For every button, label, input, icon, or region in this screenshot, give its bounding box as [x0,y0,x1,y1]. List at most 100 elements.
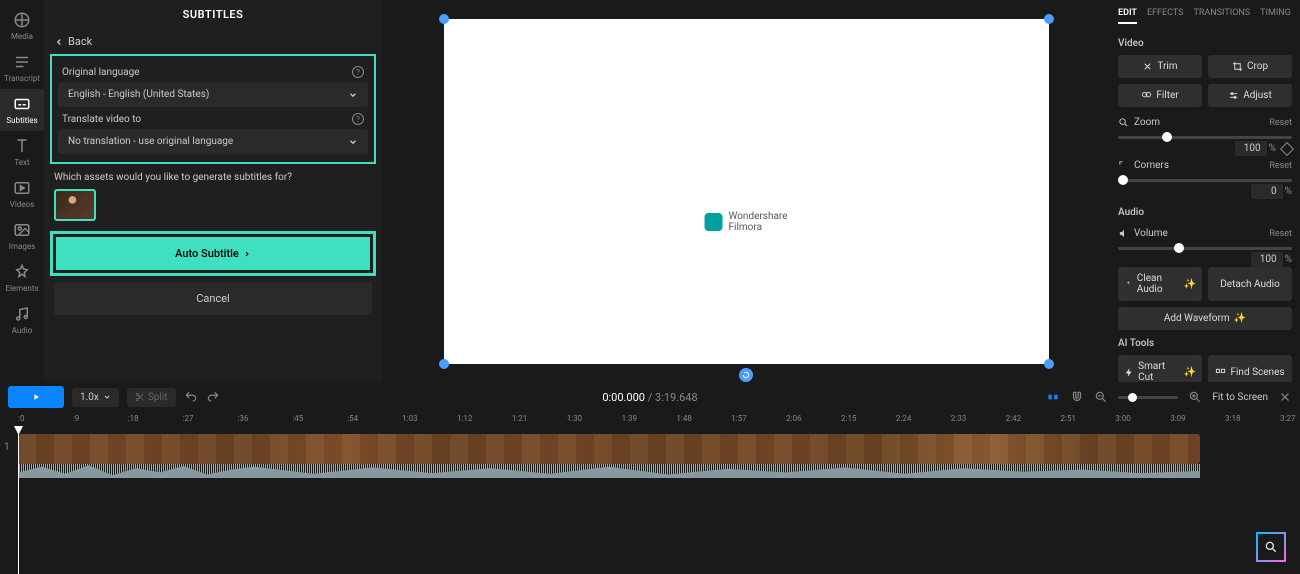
original-language-select[interactable]: English - English (United States) [58,82,368,107]
help-icon[interactable]: ? [352,66,364,78]
ruler-tick: 2:42 [1006,414,1021,423]
resize-handle-tl[interactable] [439,14,449,24]
inspector-tabs: EDIT EFFECTS TRANSITIONS TIMING [1118,4,1292,30]
help-icon[interactable]: ? [352,113,364,125]
speed-selector[interactable]: 1.0x [72,388,119,407]
split-button[interactable]: Split [127,388,176,407]
original-language-label: Original language ? [58,60,368,82]
zoom-reset[interactable]: Reset [1269,118,1292,128]
corners-icon [1118,160,1129,171]
magnet-icon[interactable] [1070,390,1084,404]
asset-thumbnail[interactable] [54,189,96,221]
ruler-tick: 3:09 [1170,414,1185,423]
keyframe-icon[interactable] [1280,141,1294,155]
ruler-tick: 3:18 [1225,414,1240,423]
videos-icon [13,179,31,197]
ruler-tick: 3:27 [1280,414,1295,423]
adjust-icon [1228,90,1239,101]
clean-audio-button[interactable]: Clean Audio✨ [1118,267,1202,301]
nav-subtitles[interactable]: Subtitles [0,89,44,131]
search-icon [1264,540,1278,554]
nav-text[interactable]: Text [0,131,44,173]
ruler-tick: :27 [183,414,194,423]
preview-area: WondershareFilmora [382,0,1110,382]
zoom-out-icon[interactable] [1094,390,1108,404]
subtitles-panel: SUBTITLES Back Original language ? Engli… [44,0,382,382]
nav-videos[interactable]: Videos [0,173,44,215]
tab-edit[interactable]: EDIT [1118,8,1137,24]
corners-label: Corners [1118,160,1169,171]
corners-slider[interactable] [1118,179,1292,182]
nav-media[interactable]: Media [0,5,44,47]
ruler-tick: 1:30 [567,414,582,423]
chevron-down-icon [348,137,358,147]
add-waveform-button[interactable]: Add Waveform✨ [1118,307,1292,330]
ruler-tick: :54 [347,414,358,423]
assets-label: Which assets would you like to generate … [44,164,382,189]
ruler-tick: 1:21 [512,414,527,423]
trim-icon [1142,61,1153,72]
corners-value[interactable]: 0 [1251,184,1283,199]
snap-icon[interactable] [1046,390,1060,404]
timeline-tracks[interactable]: 1 [0,428,1300,574]
timeline-ruler[interactable]: :0:9:18:27:36:45:541:031:121:211:301:391… [0,412,1300,428]
audio-section-title: Audio [1118,199,1292,224]
resize-handle-tr[interactable] [1044,14,1054,24]
ruler-tick: 1:57 [731,414,746,423]
redo-icon[interactable] [206,390,220,404]
zoom-in-icon[interactable] [1188,390,1202,404]
tab-transitions[interactable]: TRANSITIONS [1194,8,1251,24]
tab-effects[interactable]: EFFECTS [1147,8,1184,24]
video-clip[interactable] [18,434,1200,464]
rotate-handle[interactable] [739,368,753,382]
auto-subtitle-highlight: Auto Subtitle [50,231,376,276]
adjust-button[interactable]: Adjust [1208,84,1292,107]
zoom-slider[interactable] [1118,136,1292,139]
trim-button[interactable]: Trim [1118,55,1202,78]
fit-to-screen-button[interactable]: Fit to Screen [1212,392,1268,403]
elements-icon [13,263,31,281]
chevron-right-icon [243,250,251,258]
find-scenes-button[interactable]: Find Scenes [1208,355,1292,382]
zoom-label: Zoom [1118,117,1160,128]
play-button[interactable] [8,386,64,408]
audio-waveform[interactable] [18,464,1200,478]
timeline-zoom-slider[interactable] [1118,396,1178,399]
translate-to-select[interactable]: No translation - use original language [58,129,368,154]
ruler-tick: :9 [73,414,79,423]
volume-value[interactable]: 100 [1251,252,1283,267]
resize-handle-bl[interactable] [439,359,449,369]
filter-button[interactable]: Filter [1118,84,1202,107]
ruler-tick: 2:33 [951,414,966,423]
ruler-tick: 1:48 [676,414,691,423]
chevron-left-icon [54,37,64,47]
ruler-tick: :45 [292,414,303,423]
track-number: 1 [4,442,10,453]
nav-elements[interactable]: Elements [0,257,44,299]
translate-to-label: Translate video to ? [58,107,368,129]
nav-audio[interactable]: Audio [0,299,44,341]
auto-subtitle-button[interactable]: Auto Subtitle [56,237,370,270]
transcript-icon [13,53,31,71]
volume-reset[interactable]: Reset [1269,229,1292,239]
nav-transcript[interactable]: Transcript [0,47,44,89]
tab-timing[interactable]: TIMING [1260,8,1291,24]
volume-slider[interactable] [1118,247,1292,250]
smart-cut-button[interactable]: Smart Cut✨ [1118,355,1202,382]
crop-button[interactable]: Crop [1208,55,1292,78]
language-settings-box: Original language ? English - English (U… [50,54,376,164]
zoom-value[interactable]: 100 [1235,141,1267,156]
corners-reset[interactable]: Reset [1269,161,1292,171]
floating-search-button[interactable] [1256,532,1286,562]
cancel-button[interactable]: Cancel [54,282,372,315]
back-button[interactable]: Back [44,29,382,54]
undo-icon[interactable] [184,390,198,404]
ruler-tick: 1:03 [402,414,417,423]
preview-canvas[interactable]: WondershareFilmora [444,19,1049,364]
resize-handle-br[interactable] [1044,359,1054,369]
nav-images[interactable]: Images [0,215,44,257]
media-icon [13,11,31,29]
detach-audio-button[interactable]: Detach Audio [1208,267,1292,301]
close-icon[interactable] [1278,390,1292,404]
playhead[interactable] [18,428,19,574]
